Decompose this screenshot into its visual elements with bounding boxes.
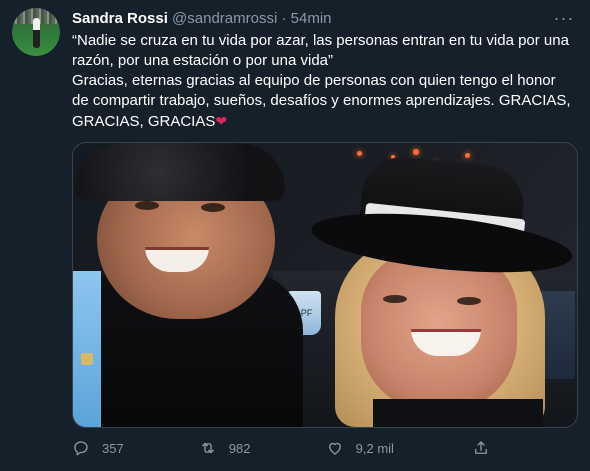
retweet-icon bbox=[201, 442, 214, 454]
woman-top bbox=[373, 399, 543, 427]
retweet-button[interactable]: 982 bbox=[199, 439, 326, 457]
firework-spark bbox=[465, 153, 470, 158]
tweet-photo[interactable]: m LPF bbox=[72, 142, 578, 428]
firework-spark bbox=[413, 149, 419, 155]
share-icon bbox=[475, 441, 487, 454]
avatar[interactable] bbox=[12, 8, 60, 56]
man-eye bbox=[135, 201, 159, 210]
heart-emoji: ❤ bbox=[215, 113, 228, 129]
woman-eye bbox=[457, 297, 481, 305]
tweet[interactable]: Sandra Rossi @sandramrossi · 54min ··· “… bbox=[0, 0, 590, 471]
heart-icon bbox=[328, 442, 341, 455]
like-button[interactable]: 9,2 mil bbox=[326, 439, 472, 457]
more-options-icon[interactable]: ··· bbox=[552, 8, 576, 28]
like-count: 9,2 mil bbox=[355, 440, 394, 456]
man-eye bbox=[201, 203, 225, 212]
woman-eye bbox=[383, 295, 407, 303]
tweet-time[interactable]: 54min bbox=[291, 10, 332, 27]
man-cap bbox=[75, 143, 285, 201]
lanyard-badge bbox=[81, 353, 93, 365]
retweet-count: 982 bbox=[228, 440, 251, 456]
separator-dot: · bbox=[281, 10, 287, 27]
tweet-body: “Nadie se cruza en tu vida por azar, las… bbox=[72, 32, 571, 130]
share-button[interactable] bbox=[472, 439, 502, 457]
lanyard bbox=[73, 271, 101, 427]
firework-spark bbox=[357, 151, 362, 156]
reply-button[interactable]: 357 bbox=[72, 439, 199, 457]
author-name[interactable]: Sandra Rossi bbox=[72, 10, 168, 27]
tweet-text: “Nadie se cruza en tu vida por azar, las… bbox=[72, 31, 578, 132]
tweet-header: Sandra Rossi @sandramrossi · 54min bbox=[72, 9, 332, 29]
avatar-figure bbox=[33, 18, 40, 48]
author-handle[interactable]: @sandramrossi bbox=[172, 10, 277, 27]
tweet-actions: 357 982 9,2 mil bbox=[72, 436, 502, 460]
reply-icon bbox=[74, 441, 88, 456]
reply-count: 357 bbox=[102, 440, 124, 456]
